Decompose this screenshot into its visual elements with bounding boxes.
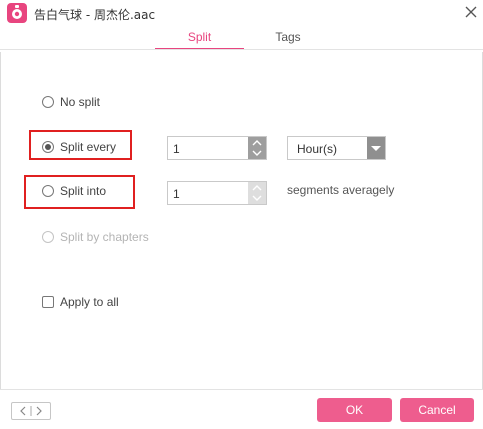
split-every-option[interactable]: Split every [42,139,116,155]
split-into-option[interactable]: Split into [42,183,106,199]
split-into-label: Split into [60,184,107,198]
unit-dropdown[interactable]: Hour(s) [287,136,386,160]
title-bar: 告白气球 - 周杰伦.aac [0,0,483,28]
split-into-radio[interactable] [42,185,54,197]
footer-divider [0,389,483,390]
tab-tags[interactable]: Tags [258,30,318,50]
tab-bar: Split Tags [0,28,483,50]
split-by-chapters-label: Split by chapters [60,230,149,244]
split-into-stepper[interactable]: 1 [167,181,267,205]
split-every-radio[interactable] [42,141,54,153]
stepper-down-icon[interactable] [248,193,266,204]
split-every-value[interactable]: 1 [173,142,180,156]
stepper-up-icon[interactable] [248,137,266,148]
chevron-down-icon[interactable] [367,137,385,159]
unit-dropdown-value: Hour(s) [297,142,338,156]
stepper-down-icon[interactable] [248,148,266,159]
tab-split[interactable]: Split [155,30,244,50]
split-by-chapters-radio[interactable] [42,231,54,243]
stepper-up-icon[interactable] [248,182,266,193]
no-split-radio[interactable] [42,96,54,108]
tab-tags-label: Tags [275,30,301,44]
no-split-label: No split [60,95,101,109]
split-into-stepper-buttons [248,182,266,204]
window-title: 告白气球 - 周杰伦.aac [34,8,156,22]
cancel-button[interactable]: Cancel [400,398,474,422]
split-every-stepper[interactable]: 1 [167,136,267,160]
split-by-chapters-option[interactable]: Split by chapters [42,229,149,245]
apply-to-all-checkbox[interactable] [42,296,54,308]
prev-next-icon[interactable] [11,402,51,420]
close-icon[interactable] [463,4,479,20]
apply-to-all-label: Apply to all [60,295,119,309]
tab-split-label: Split [187,30,212,44]
tabs-divider [0,49,483,50]
apply-to-all-option[interactable]: Apply to all [42,294,119,310]
split-into-value[interactable]: 1 [173,187,180,201]
segments-averagely-label: segments averagely [287,183,395,197]
split-every-stepper-buttons [248,137,266,159]
split-every-label: Split every [60,140,117,154]
no-split-option[interactable]: No split [42,94,100,110]
split-settings-dialog: 告白气球 - 周杰伦.aac Split Tags No split Split… [0,0,483,429]
ok-button[interactable]: OK [317,398,392,422]
music-app-icon [7,3,27,23]
